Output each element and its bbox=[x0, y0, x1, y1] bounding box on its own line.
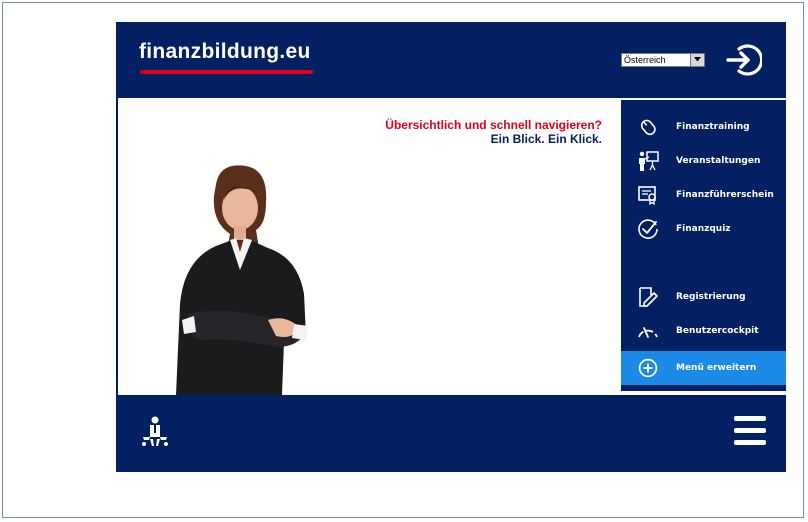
menu-item-finanzquiz[interactable]: Finanzquiz bbox=[621, 212, 786, 246]
checkmark-circle-icon bbox=[637, 218, 659, 240]
chevron-down-icon[interactable] bbox=[690, 54, 704, 66]
site-container: finanzbildung.eu Österreich Übersichtlic… bbox=[116, 22, 786, 472]
menu-item-label: Veranstaltungen bbox=[676, 156, 761, 166]
certificate-icon bbox=[637, 184, 659, 206]
hero-headline: Übersichtlich und schnell navigieren? bbox=[385, 118, 602, 132]
side-menu: Finanztraining Veranstaltungen Finanzfüh… bbox=[621, 100, 786, 391]
menu-item-finanztraining[interactable]: Finanztraining bbox=[621, 110, 786, 144]
hamburger-menu-icon[interactable] bbox=[734, 416, 766, 446]
menu-item-registrierung[interactable]: Registrierung bbox=[621, 280, 786, 314]
menu-item-label: Finanzquiz bbox=[676, 224, 731, 234]
site-logo[interactable]: finanzbildung.eu bbox=[139, 40, 311, 64]
login-icon[interactable] bbox=[726, 43, 762, 77]
menu-item-label: Finanzführerschein bbox=[676, 190, 774, 200]
country-select-value: Österreich bbox=[624, 55, 666, 65]
menu-item-label: Registrierung bbox=[676, 292, 746, 302]
menu-item-benutzercockpit[interactable]: Benutzercockpit bbox=[621, 314, 786, 348]
hero-area: Übersichtlich und schnell navigieren? Ei… bbox=[118, 98, 619, 395]
businesswoman-image bbox=[176, 165, 308, 395]
menu-item-label: Menü erweitern bbox=[676, 363, 757, 373]
hero-subheadline: Ein Blick. Ein Klick. bbox=[490, 132, 602, 146]
presentation-icon bbox=[637, 150, 659, 172]
menu-item-menue-erweitern[interactable]: Menü erweitern bbox=[621, 351, 786, 385]
menu-item-veranstaltungen[interactable]: Veranstaltungen bbox=[621, 144, 786, 178]
gauge-icon bbox=[637, 320, 659, 342]
footer bbox=[116, 395, 786, 472]
mouse-icon bbox=[637, 116, 659, 138]
menu-item-finanzfuehrerschein[interactable]: Finanzführerschein bbox=[621, 178, 786, 212]
country-select[interactable]: Österreich bbox=[621, 53, 705, 67]
logo-underline bbox=[140, 70, 313, 74]
header: finanzbildung.eu Österreich bbox=[116, 22, 786, 98]
form-pen-icon bbox=[637, 286, 659, 308]
menu-item-label: Benutzercockpit bbox=[676, 326, 759, 336]
plus-circle-icon bbox=[637, 357, 659, 379]
menu-item-label: Finanztraining bbox=[676, 122, 750, 132]
person-logo-icon[interactable] bbox=[140, 415, 170, 447]
